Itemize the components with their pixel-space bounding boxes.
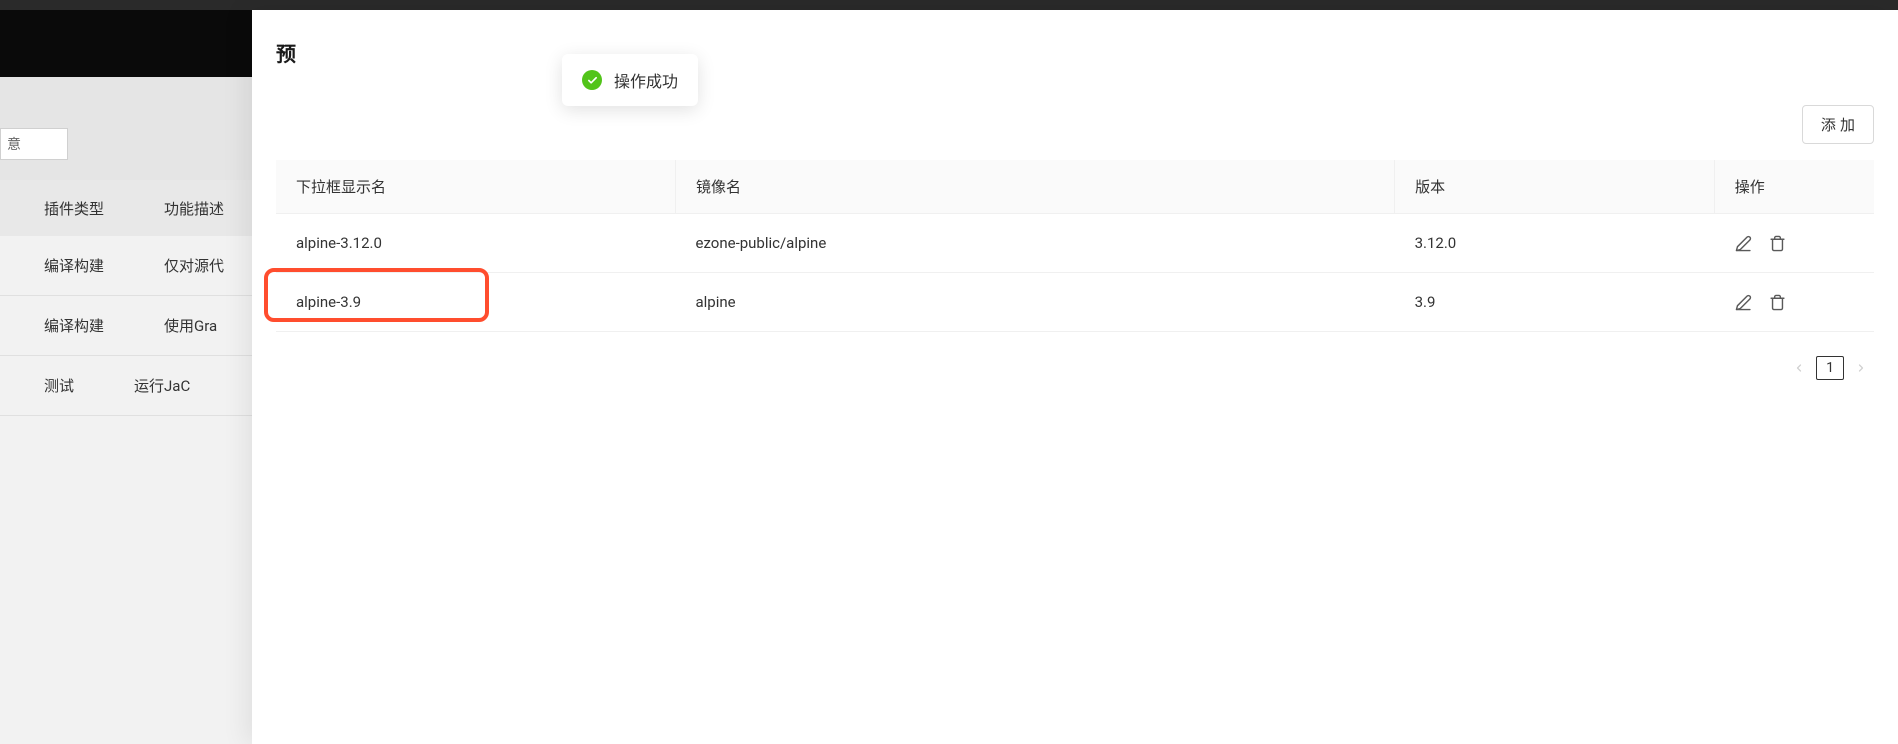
bg-row: 编译构建 使用Gra [0,296,252,356]
cell-image-name: alpine [676,273,1395,332]
top-bar [0,0,1898,10]
page-prev-icon[interactable] [1792,361,1806,375]
cell-action [1714,214,1874,273]
edit-icon[interactable] [1734,293,1752,311]
header-display-name: 下拉框显示名 [276,160,676,214]
bg-row-col2: 使用Gra [164,315,217,336]
toast-message: 操作成功 [614,68,678,92]
cell-version: 3.12.0 [1395,214,1715,273]
cell-version: 3.9 [1395,273,1715,332]
pagination: 1 [276,356,1874,380]
bg-header-col2: 功能描述 [164,198,224,219]
bg-row: 编译构建 仅对源代 [0,236,252,296]
cell-image-name: ezone-public/alpine [676,214,1395,273]
bg-row-col1: 编译构建 [44,255,104,276]
image-table: 下拉框显示名 镜像名 版本 操作 alpine-3.12.0 ezone-pub… [276,160,1874,332]
bg-row-col1: 测试 [44,375,74,396]
header-action: 操作 [1714,160,1874,214]
panel-title: 预 [276,38,1874,67]
table-row: alpine-3.9 alpine 3.9 [276,273,1874,332]
success-check-icon [582,70,602,90]
bg-row: 测试 运行JaC [0,356,252,416]
cell-display-name: alpine-3.12.0 [276,214,676,273]
modal-panel: 预 操作成功 添 加 下拉框显示名 镜像名 版本 操作 [252,10,1898,744]
cell-display-name: alpine-3.9 [276,273,676,332]
edit-icon[interactable] [1734,234,1752,252]
table-header-row: 下拉框显示名 镜像名 版本 操作 [276,160,1874,214]
bg-row-col1: 编译构建 [44,315,104,336]
header-image-name: 镜像名 [676,160,1395,214]
table-row: alpine-3.12.0 ezone-public/alpine 3.12.0 [276,214,1874,273]
bg-row-col2: 运行JaC [134,375,190,396]
add-button[interactable]: 添 加 [1802,105,1874,144]
search-input[interactable]: 意 [0,128,68,160]
bg-header-col1: 插件类型 [44,198,104,219]
toolbar: 添 加 [276,105,1874,144]
delete-icon[interactable] [1768,234,1786,252]
header-version: 版本 [1395,160,1715,214]
success-toast: 操作成功 [562,54,698,106]
background-panel: 意 插件类型 功能描述 编译构建 仅对源代 编译构建 使用Gra 测试 运行Ja… [0,10,252,744]
page-number[interactable]: 1 [1816,356,1844,380]
delete-icon[interactable] [1768,293,1786,311]
page-next-icon[interactable] [1854,361,1868,375]
cell-action [1714,273,1874,332]
bg-row-col2: 仅对源代 [164,255,224,276]
bg-table-header: 插件类型 功能描述 [0,180,252,236]
header-band [0,10,252,77]
